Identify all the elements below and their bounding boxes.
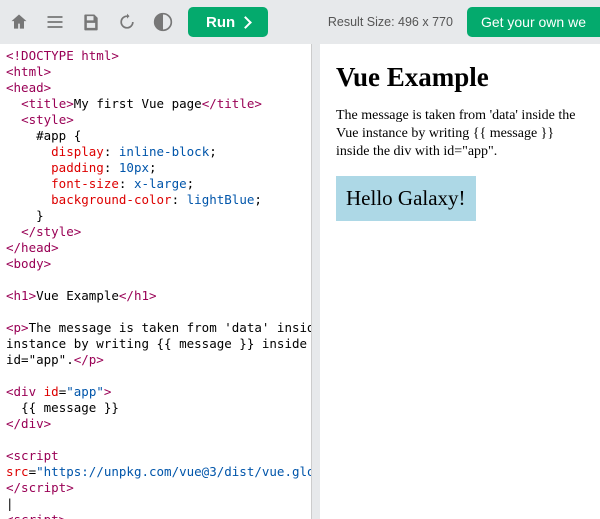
menu-icon[interactable] xyxy=(44,11,66,33)
preview-app-box: Hello Galaxy! xyxy=(336,176,476,221)
result-pane: Vue Example The message is taken from 'd… xyxy=(320,44,600,519)
chevron-right-icon xyxy=(239,16,252,29)
result-size-label: Result Size: 496 x 770 xyxy=(328,15,453,29)
toolbar: Run Result Size: 496 x 770 Get your own … xyxy=(0,0,600,44)
rotate-icon[interactable] xyxy=(116,11,138,33)
theme-icon[interactable] xyxy=(152,11,174,33)
preview-paragraph: The message is taken from 'data' inside … xyxy=(336,107,584,162)
code-editor-pane[interactable]: <!DOCTYPE html> <html> <head> <title>My … xyxy=(0,44,312,519)
workspace: <!DOCTYPE html> <html> <head> <title>My … xyxy=(0,44,600,519)
run-button[interactable]: Run xyxy=(188,7,268,37)
pane-divider[interactable] xyxy=(312,44,320,519)
save-icon[interactable] xyxy=(80,11,102,33)
home-icon[interactable] xyxy=(8,11,30,33)
preview-heading: Vue Example xyxy=(336,62,584,93)
run-button-label: Run xyxy=(206,14,235,31)
paragraph-text: The message is taken from 'data' inside … xyxy=(6,320,312,367)
get-own-website-button[interactable]: Get your own we xyxy=(467,7,600,37)
code-content[interactable]: <!DOCTYPE html> <html> <head> <title>My … xyxy=(0,44,311,519)
